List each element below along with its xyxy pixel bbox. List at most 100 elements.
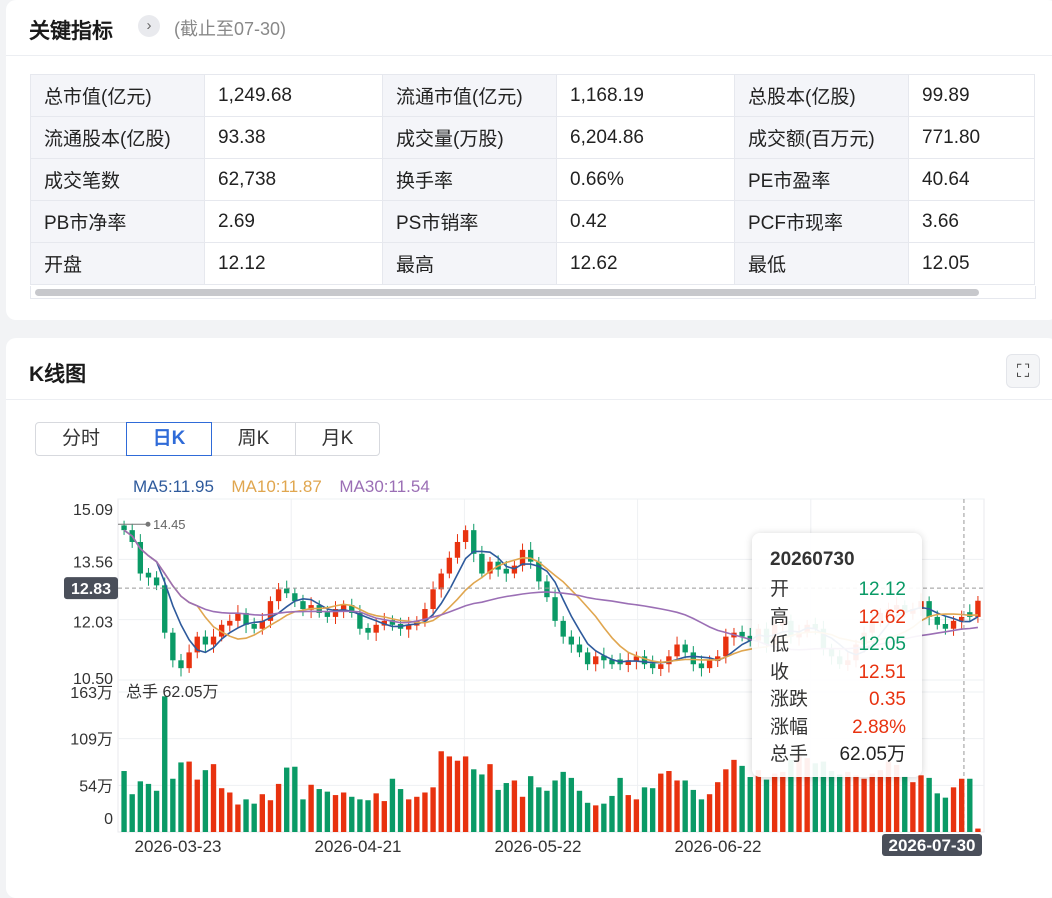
volume-bar[interactable] [690,789,696,832]
volume-bar[interactable] [845,771,851,832]
volume-bar[interactable] [658,773,664,832]
volume-bar[interactable] [153,790,160,832]
volume-bar[interactable] [763,779,770,832]
volume-bar[interactable] [633,799,640,832]
volume-bar[interactable] [967,778,973,832]
volume-bar[interactable] [389,778,396,832]
volume-bar[interactable] [828,771,835,832]
volume-bar[interactable] [202,770,209,832]
candle-body[interactable] [227,620,233,626]
candle-body[interactable] [438,573,444,590]
volume-bar[interactable] [902,776,908,832]
volume-bar[interactable] [568,777,575,832]
volume-bar[interactable] [780,771,786,832]
volume-bar[interactable] [975,828,981,832]
volume-bar[interactable] [519,796,526,832]
volume-bar[interactable] [186,761,192,832]
candle-body[interactable] [544,581,550,598]
volume-bar[interactable] [771,773,778,832]
volume-bar[interactable] [414,796,420,832]
volume-bar[interactable] [544,790,550,832]
candle-body[interactable] [584,652,591,665]
volume-bar[interactable] [462,756,469,832]
volume-bar[interactable] [324,791,331,832]
volume-bar[interactable] [576,790,583,832]
volume-bar[interactable] [950,787,957,832]
volume-bar[interactable] [381,801,387,832]
volume-bar[interactable] [560,771,566,832]
volume-bar[interactable] [584,802,591,832]
candle-body[interactable] [430,589,436,610]
volume-bar[interactable] [121,771,127,832]
volume-bar[interactable] [365,800,371,832]
volume-bar[interactable] [747,777,753,832]
candle-body[interactable] [462,530,469,542]
volume-bar[interactable] [235,804,241,832]
candle-body[interactable] [479,553,485,574]
volume-bar[interactable] [349,796,355,832]
volume-bar[interactable] [292,766,298,832]
volume-bar[interactable] [698,799,705,832]
candle-body[interactable] [202,636,209,645]
volume-bar[interactable] [178,762,184,832]
candle-body[interactable] [568,636,575,645]
volume-bar[interactable] [422,792,428,832]
volume-bar[interactable] [471,769,477,832]
volume-bar[interactable] [340,792,347,832]
volume-bar[interactable] [275,783,282,832]
candle-body[interactable] [454,541,461,558]
volume-bar[interactable] [861,778,867,832]
volume-bar[interactable] [300,799,306,832]
volume-bar[interactable] [503,783,509,832]
volume-bar[interactable] [723,769,729,832]
tab-daily-k[interactable]: 日K [126,422,212,456]
volume-bar[interactable] [536,787,542,832]
candle-body[interactable] [284,588,290,594]
volume-bar[interactable] [170,778,176,832]
volume-bar[interactable] [593,805,599,832]
volume-bar[interactable] [194,779,200,832]
candle-body[interactable] [186,652,192,669]
candle-body[interactable] [682,644,688,653]
volume-bar[interactable] [316,789,322,832]
volume-bar[interactable] [837,774,843,832]
volume-bar[interactable] [332,795,339,832]
candle-body[interactable] [275,589,282,602]
volume-bar[interactable] [666,771,672,832]
volume-bar[interactable] [137,781,144,832]
volume-bar[interactable] [649,788,656,832]
candle-body[interactable] [950,620,957,629]
volume-bar[interactable] [942,797,949,832]
volume-bar[interactable] [259,794,265,832]
volume-bar[interactable] [373,793,379,832]
volume-bar[interactable] [397,789,404,832]
volume-bar[interactable] [869,773,875,832]
volume-bar[interactable] [495,789,501,832]
candle-body[interactable] [121,525,127,531]
candle-body[interactable] [723,636,729,657]
candle-body[interactable] [503,568,509,574]
volume-bar[interactable] [162,696,168,832]
candle-body[interactable] [300,601,306,610]
candle-body[interactable] [698,663,705,669]
volume-bar[interactable] [552,780,558,832]
candle-body[interactable] [373,624,379,633]
candle-body[interactable] [674,644,680,657]
volume-bar[interactable] [479,774,485,832]
candle-body[interactable] [593,656,599,665]
volume-bar[interactable] [641,787,648,832]
volume-bar[interactable] [145,783,152,832]
volume-bar[interactable] [454,760,461,832]
volume-bar[interactable] [357,799,363,832]
volume-bar[interactable] [243,799,249,832]
candle-body[interactable] [365,627,371,633]
volume-bar[interactable] [511,780,518,832]
candle-body[interactable] [934,616,940,625]
candle-body[interactable] [145,572,152,578]
volume-bar[interactable] [430,787,436,832]
candle-body[interactable] [649,663,656,669]
candle-body[interactable] [942,624,949,629]
volume-bar[interactable] [715,782,721,832]
candle-body[interactable] [153,577,160,586]
candle-body[interactable] [690,652,696,665]
